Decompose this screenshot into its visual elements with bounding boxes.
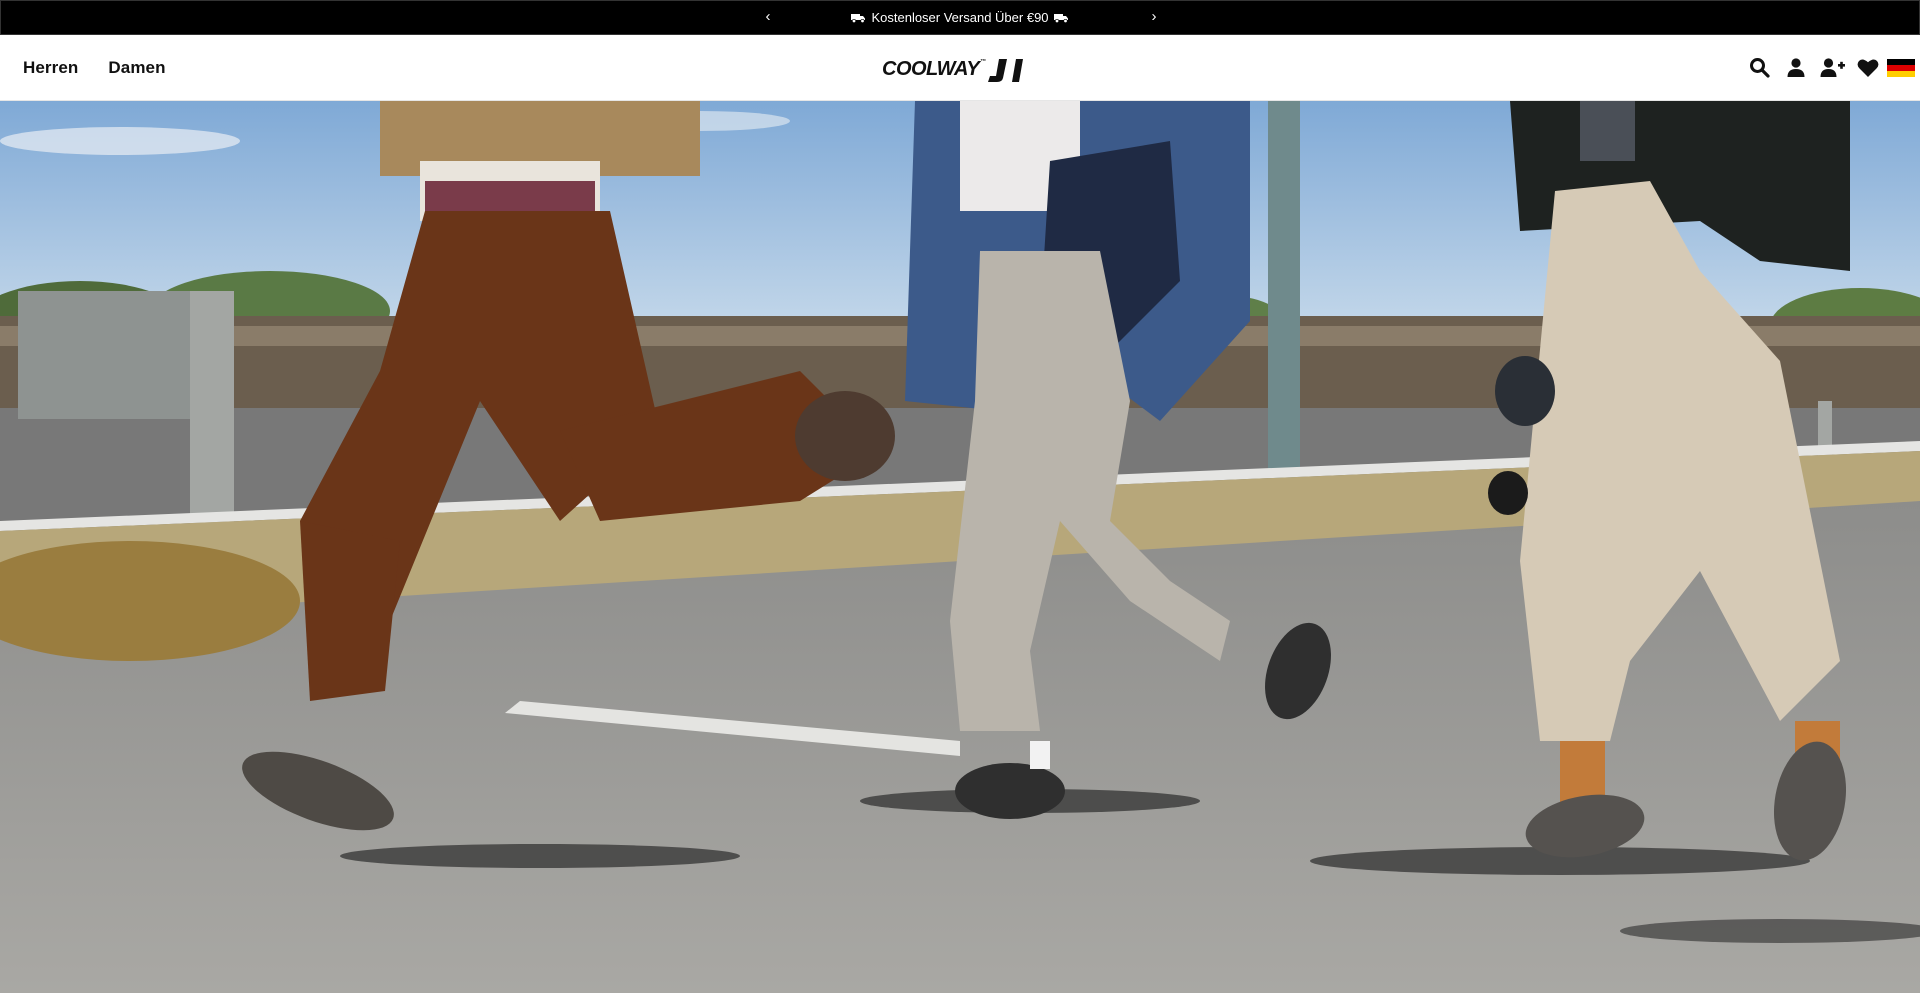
truck-icon <box>851 13 866 23</box>
announcement-text: Kostenloser Versand Über €90 <box>871 10 1049 25</box>
truck-icon <box>1053 13 1069 23</box>
announcement-message: Kostenloser Versand Über €90 <box>851 10 1068 25</box>
site-logo[interactable]: COOLWAY ™ <box>882 55 1026 83</box>
account-icon[interactable] <box>1786 57 1806 79</box>
announcement-prev-button[interactable]: ‹ <box>760 9 776 25</box>
announcement-bar: ‹ Kostenloser Versand Über €90 › <box>0 0 1920 35</box>
main-nav: Herren Damen <box>23 35 166 101</box>
hero-image[interactable] <box>0 101 1920 993</box>
nav-item-damen[interactable]: Damen <box>108 58 165 78</box>
logo-wordmark: COOLWAY <box>882 57 980 80</box>
flag-de-icon[interactable] <box>1887 59 1915 77</box>
heart-icon[interactable] <box>1857 58 1879 78</box>
search-icon[interactable] <box>1749 57 1771 79</box>
logo-mark-icon <box>988 59 1024 82</box>
logo-trademark: ™ <box>980 59 987 65</box>
announcement-next-button[interactable]: › <box>1146 9 1162 25</box>
add-user-icon[interactable] <box>1820 57 1846 79</box>
site-header: Herren Damen COOLWAY ™ <box>0 35 1920 101</box>
nav-item-herren[interactable]: Herren <box>23 58 78 78</box>
